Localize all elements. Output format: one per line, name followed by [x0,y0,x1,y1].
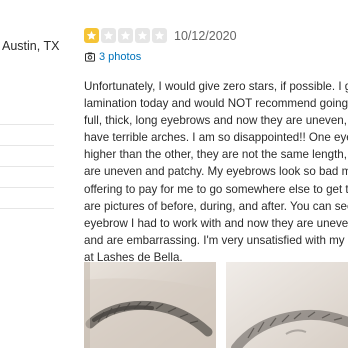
star-icon [152,28,167,43]
review-text-line: are pictures of before, during, and afte… [84,199,348,213]
divider [0,208,54,209]
reviewer-location: Austin, TX [2,39,60,53]
divider [0,187,54,188]
review-date: 10/12/2020 [174,29,237,43]
photos-link[interactable]: 3 photos [85,51,141,63]
review-text-line: Unfortunately, I would give zero stars, … [84,80,348,93]
review-text-line: offering to pay for me to go somewhere e… [84,182,348,196]
review-text-line: and are embarrassing. I'm very unsatisfi… [84,233,348,247]
reviewer-sidebar: Austin, TX [0,0,60,348]
star-icon [84,28,99,43]
review-text-line: have terrible arches. I am so disappoint… [84,131,348,145]
review-text-line: are uneven and patchy. My eyebrows look … [84,165,348,179]
star-icon [135,28,150,43]
divider [0,124,54,125]
review-text-line: full, thick, long eyebrows and now they … [84,114,348,128]
review-photo-eyebrow[interactable] [84,262,216,348]
review-text-line: lamination today and would NOT recommend… [84,97,348,111]
review-text-line: eyebrow I had to work with and now they … [84,216,348,230]
star-icon [118,28,133,43]
camera-icon [85,52,95,62]
star-icon [101,28,116,43]
divider [0,166,54,167]
review-text-line: higher than the other, they are not the … [84,148,347,162]
review-photo-eyebrow[interactable] [226,262,348,348]
divider [0,145,54,146]
review-text: Unfortunately, I would give zero stars, … [84,78,348,266]
photos-link-label: 3 photos [99,51,142,63]
star-rating [84,28,167,43]
